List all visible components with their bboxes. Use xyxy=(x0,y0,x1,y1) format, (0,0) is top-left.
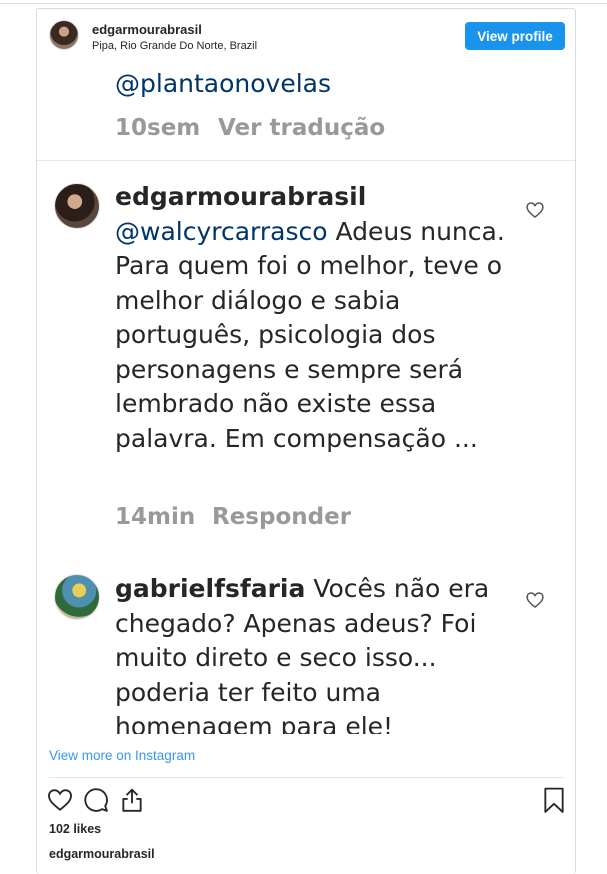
avatar[interactable] xyxy=(49,20,79,50)
view-more-link[interactable]: View more on Instagram xyxy=(49,748,195,763)
comment-icon[interactable] xyxy=(83,787,109,813)
post-image[interactable]: @plantaonovelas 10sem Ver tradução edgar… xyxy=(37,64,575,734)
comment-mention: @walcyrcarrasco xyxy=(115,216,328,246)
comment-text: Adeus nunca. Para quem foi o melhor, tev… xyxy=(115,216,505,453)
comment-body: edgarmourabrasil @walcyrcarrasco Adeus n… xyxy=(115,180,515,456)
bookmark-icon[interactable] xyxy=(541,787,567,813)
comment-avatar xyxy=(54,183,100,229)
footer-divider xyxy=(49,777,565,778)
comment-timestamp: 10sem xyxy=(115,115,201,141)
header-location[interactable]: Pipa, Rio Grande Do Norte, Brazil xyxy=(92,40,257,52)
heart-icon xyxy=(526,202,544,219)
header-username[interactable]: edgarmourabrasil xyxy=(92,22,202,37)
like-heart-icon[interactable] xyxy=(47,787,73,813)
comment-username: gabrielfsfaria xyxy=(115,574,306,603)
heart-icon xyxy=(526,592,544,609)
comment-avatar xyxy=(54,574,100,620)
reply-link: Responder xyxy=(212,504,352,530)
share-icon[interactable] xyxy=(119,787,145,813)
caption-username[interactable]: edgarmourabrasil xyxy=(49,847,155,861)
comment-username: edgarmourabrasil xyxy=(115,182,367,211)
instagram-embed: edgarmourabrasil Pipa, Rio Grande Do Nor… xyxy=(36,8,576,874)
comment-timestamp: 14min xyxy=(115,504,196,530)
view-profile-button[interactable]: View profile xyxy=(465,22,565,50)
embed-header: edgarmourabrasil Pipa, Rio Grande Do Nor… xyxy=(37,9,575,64)
comment-body: gabrielfsfaria Vocês não era chegado? Ap… xyxy=(115,572,515,734)
top-divider xyxy=(0,3,607,4)
translate-link: Ver tradução xyxy=(218,115,386,141)
comment-mention: @plantaonovelas xyxy=(115,69,332,98)
likes-count: 102 likes xyxy=(49,822,102,836)
comment-divider xyxy=(37,160,575,161)
